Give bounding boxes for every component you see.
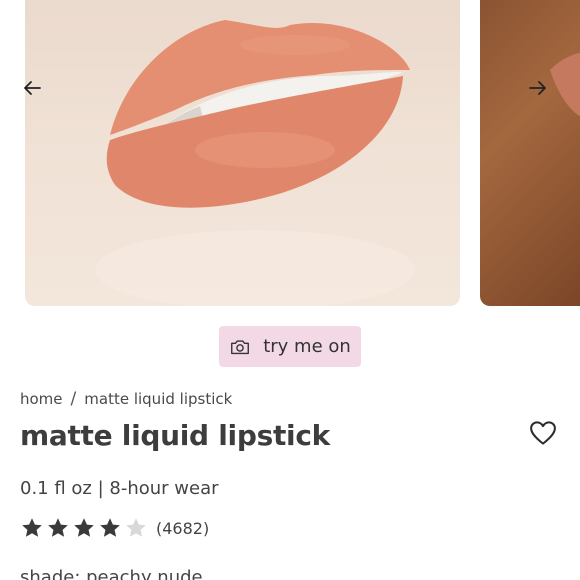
heart-outline-icon[interactable] <box>528 418 558 448</box>
arrow-left-icon[interactable] <box>20 76 44 100</box>
product-title: matte liquid lipstick <box>20 419 330 452</box>
try-me-on-label: try me on <box>263 336 351 357</box>
camera-icon <box>231 339 250 354</box>
product-image-slide-2[interactable] <box>480 0 580 306</box>
review-count[interactable]: (4682) <box>156 519 209 538</box>
star-filled-icon <box>74 518 94 537</box>
shade-label: shade: peachy nude <box>20 567 203 580</box>
product-image-slide[interactable] <box>25 0 460 306</box>
arrow-right-icon[interactable] <box>526 76 550 100</box>
try-me-on-button[interactable]: try me on <box>219 326 361 367</box>
product-image-carousel[interactable] <box>0 0 580 306</box>
lips-photo <box>95 20 415 306</box>
breadcrumb-home[interactable]: home <box>20 390 63 408</box>
star-filled-icon <box>22 518 42 537</box>
star-empty-icon <box>126 518 146 537</box>
product-details: 0.1 fl oz | 8-hour wear <box>20 478 219 499</box>
breadcrumb-current: matte liquid lipstick <box>84 390 233 408</box>
lips-photo-2 <box>550 53 580 117</box>
star-filled-icon <box>48 518 68 537</box>
stars-container <box>20 516 150 540</box>
breadcrumb: home / matte liquid lipstick <box>20 389 232 409</box>
star-rating[interactable]: (4682) <box>20 516 209 540</box>
breadcrumb-separator: / <box>70 389 77 409</box>
star-filled-icon <box>100 518 120 537</box>
